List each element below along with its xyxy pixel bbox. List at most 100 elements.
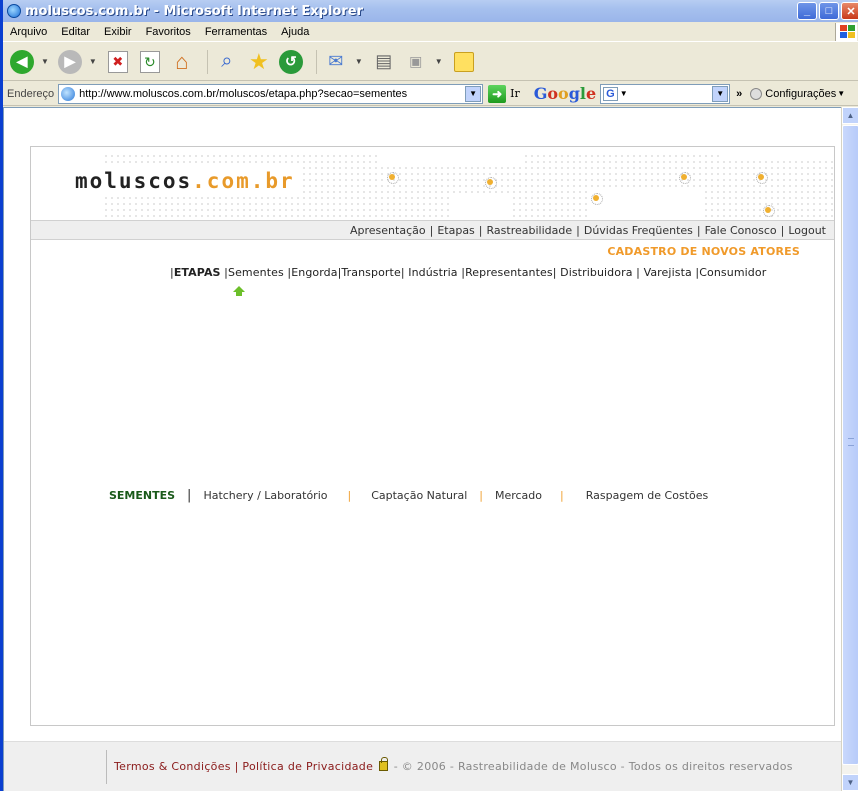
- browser-window: moluscos.com.br - Microsoft Internet Exp…: [0, 0, 858, 791]
- nav-duvidas[interactable]: Dúvidas Freqüentes: [584, 224, 693, 237]
- home-button[interactable]: ⌂: [169, 49, 195, 75]
- forward-dropdown-icon[interactable]: ▼: [89, 57, 97, 66]
- nav-etapas[interactable]: Etapas: [437, 224, 474, 237]
- menu-ferramentas[interactable]: Ferramentas: [198, 26, 274, 38]
- etapa-consumidor[interactable]: Consumidor: [699, 266, 766, 279]
- sementes-subnav: SEMENTES | Hatchery / Laboratório | Capt…: [109, 488, 708, 503]
- address-label: Endereço: [7, 87, 55, 100]
- settings-button[interactable]: Configurações ▼: [750, 87, 846, 100]
- google-dropdown-icon[interactable]: ▼: [712, 85, 729, 102]
- scrollbar-grip: [848, 438, 854, 446]
- subnav-separator: |: [347, 489, 352, 502]
- settings-radio-icon: [750, 87, 763, 100]
- menu-arquivo[interactable]: Arquivo: [3, 26, 54, 38]
- menu-ajuda[interactable]: Ajuda: [274, 26, 316, 38]
- title-bar: moluscos.com.br - Microsoft Internet Exp…: [3, 0, 858, 22]
- google-logo: Google: [533, 84, 597, 103]
- address-dropdown-icon[interactable]: ▼: [465, 85, 482, 102]
- banner-mask: [451, 197, 511, 220]
- sticky-note-icon: [453, 51, 474, 72]
- notes-button[interactable]: [451, 49, 477, 75]
- etapa-distribuidora[interactable]: Distribuidora: [560, 266, 632, 279]
- google-g-icon[interactable]: G: [603, 86, 618, 101]
- minimize-icon[interactable]: _: [797, 2, 817, 20]
- subnav-mercado[interactable]: Mercado: [495, 489, 542, 502]
- site-page: moluscos.com.br Apresentação | Etapas | Ra…: [30, 146, 835, 726]
- menu-editar[interactable]: Editar: [54, 26, 97, 38]
- maximize-icon[interactable]: □: [819, 2, 839, 20]
- scroll-down-icon[interactable]: ▼: [842, 774, 858, 791]
- menu-exibir[interactable]: Exibir: [97, 26, 139, 38]
- windows-flag-icon: [835, 23, 857, 41]
- toolbar-overflow-chevron[interactable]: »: [736, 88, 742, 100]
- close-icon[interactable]: ✕: [841, 2, 858, 20]
- go-button[interactable]: Ir: [510, 87, 520, 100]
- etapa-representantes[interactable]: Representantes: [465, 266, 553, 279]
- toolbar-separator: [315, 49, 317, 74]
- menu-favoritos[interactable]: Favoritos: [139, 26, 198, 38]
- logo-accent: .com.br: [192, 169, 295, 193]
- back-button[interactable]: ◀: [9, 49, 35, 75]
- scrollbar-thumb[interactable]: [842, 125, 858, 765]
- window-controls: _ □ ✕: [797, 2, 858, 20]
- etapa-sementes[interactable]: Sementes: [228, 266, 284, 279]
- nav-separator: |: [780, 223, 785, 237]
- nav-logout[interactable]: Logout: [788, 224, 826, 237]
- page-viewport: moluscos.com.br Apresentação | Etapas | Ra…: [3, 107, 842, 791]
- etapa-industria[interactable]: Indústria: [408, 266, 457, 279]
- nav-separator: |: [576, 223, 580, 237]
- back-dropdown-icon[interactable]: ▼: [41, 57, 49, 66]
- settings-dropdown-icon: ▼: [837, 89, 846, 98]
- address-url: http://www.moluscos.com.br/moluscos/etap…: [79, 87, 408, 100]
- nav-apresentacao[interactable]: Apresentação: [350, 224, 426, 237]
- nav-fale-conosco[interactable]: Fale Conosco: [705, 224, 777, 237]
- site-footer: Termos & Condições | Política de Privaci…: [4, 741, 842, 791]
- history-button[interactable]: ↺: [278, 49, 304, 75]
- favorites-button[interactable]: ★: [246, 49, 272, 75]
- google-search-input[interactable]: G ▼ ▼: [600, 83, 731, 104]
- print-button[interactable]: ▤: [371, 49, 397, 75]
- top-nav: Apresentação | Etapas | Rastreabilidade | D…: [31, 220, 834, 240]
- arrow-up-icon-stem: [236, 292, 242, 296]
- site-logo[interactable]: moluscos.com.br: [71, 167, 299, 195]
- forward-arrow-icon: ▶: [57, 49, 82, 74]
- address-bar: Endereço http://www.moluscos.com.br/molu…: [3, 82, 858, 106]
- terms-link[interactable]: Termos & Condições: [114, 760, 231, 773]
- search-icon: ⌕: [221, 50, 233, 72]
- map-marker-icon: [756, 172, 768, 184]
- stop-button[interactable]: ✖: [105, 49, 131, 75]
- etapa-varejista[interactable]: Varejista: [644, 266, 692, 279]
- footer-text: Termos & Condições | Política de Privaci…: [114, 757, 793, 773]
- footer-divider: [106, 750, 107, 784]
- cadastro-link[interactable]: CADASTRO DE NOVOS ATORES: [607, 245, 800, 258]
- subnav-hatchery[interactable]: Hatchery / Laboratório: [203, 489, 327, 502]
- nav-separator: |: [696, 223, 701, 237]
- subnav-captacao[interactable]: Captação Natural: [371, 489, 467, 502]
- stop-icon: ✖: [107, 50, 128, 73]
- nav-separator: |: [429, 223, 434, 237]
- etapa-engorda[interactable]: Engorda: [291, 266, 337, 279]
- scroll-up-icon[interactable]: ▲: [842, 107, 858, 124]
- etapa-transporte[interactable]: Transporte: [341, 266, 400, 279]
- edit-button[interactable]: ▣: [403, 49, 429, 75]
- edit-dropdown-icon[interactable]: ▼: [435, 57, 443, 66]
- vertical-scrollbar[interactable]: ▲ ▼: [841, 107, 858, 791]
- banner-mask: [381, 147, 521, 165]
- map-marker-icon: [591, 193, 603, 205]
- subnav-sementes-active: SEMENTES: [109, 489, 176, 502]
- mail-button[interactable]: ✉: [323, 49, 349, 75]
- site-banner: moluscos.com.br: [31, 147, 834, 220]
- search-button[interactable]: ⌕: [214, 49, 240, 75]
- etapas-title: ETAPAS: [173, 266, 221, 279]
- edit-icon: ▣: [409, 53, 423, 69]
- address-input[interactable]: http://www.moluscos.com.br/moluscos/etap…: [58, 83, 484, 104]
- google-g-dropdown-icon[interactable]: ▼: [620, 89, 628, 98]
- refresh-button[interactable]: ↻: [137, 49, 163, 75]
- map-marker-icon: [485, 177, 497, 189]
- go-arrow-icon[interactable]: ➜: [488, 84, 507, 103]
- subnav-raspagem[interactable]: Raspagem de Costões: [586, 489, 709, 502]
- forward-button[interactable]: ▶: [57, 49, 83, 75]
- nav-rastreabilidade[interactable]: Rastreabilidade: [487, 224, 573, 237]
- privacy-link[interactable]: Política de Privacidade: [242, 760, 373, 773]
- mail-dropdown-icon[interactable]: ▼: [355, 57, 363, 66]
